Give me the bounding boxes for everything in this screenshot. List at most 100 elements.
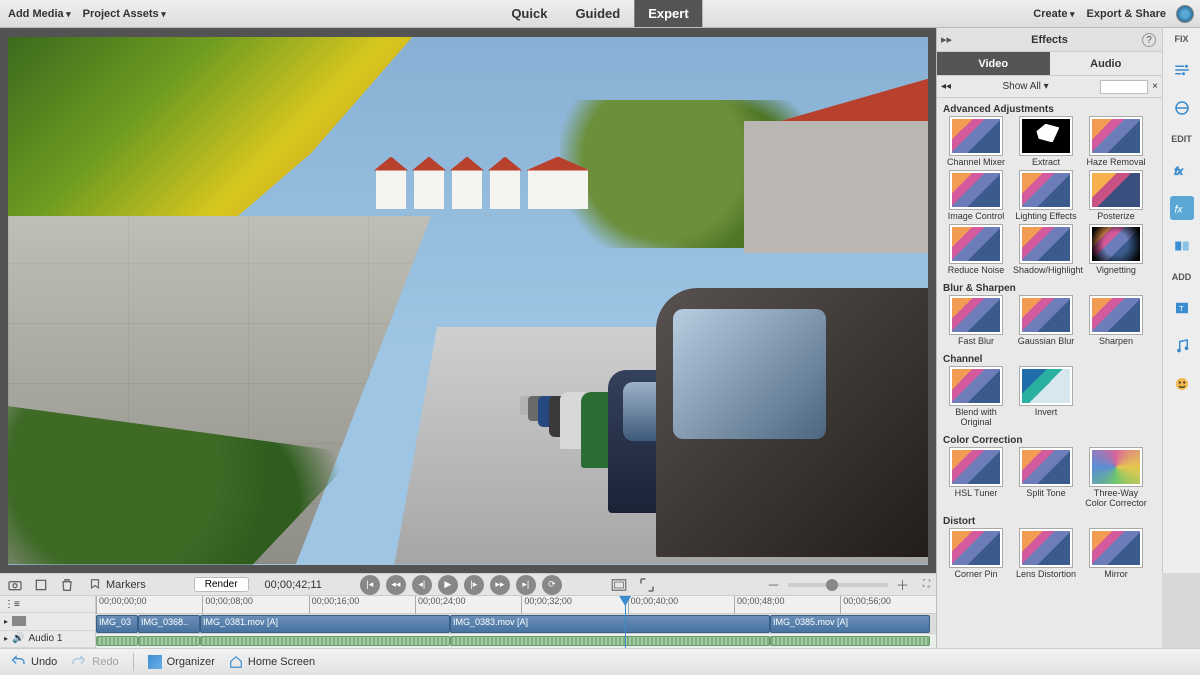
- titles-icon[interactable]: T: [1170, 296, 1194, 320]
- zoom-in-icon[interactable]: ＋: [896, 575, 909, 594]
- timeline-audio-clip[interactable]: [96, 636, 138, 646]
- step-back-button[interactable]: ◂|: [412, 575, 432, 595]
- timeline-tracks-area[interactable]: 00;00;00;0000;00;08;0000;00;16;0000;00;2…: [96, 596, 936, 648]
- nav-back-icon[interactable]: ◂◂: [941, 81, 951, 92]
- timeline-audio-clip[interactable]: [770, 636, 930, 646]
- effects-tab-audio[interactable]: Audio: [1050, 52, 1163, 76]
- effect-item[interactable]: Reduce Noise: [943, 225, 1009, 275]
- ruler-tick: 00;00;24;00: [415, 596, 466, 614]
- timeline-clip[interactable]: IMG_0381.mov [A]: [200, 615, 450, 633]
- goto-end-button[interactable]: ▸|: [516, 575, 536, 595]
- fit-icon[interactable]: ⛶: [923, 579, 930, 590]
- playhead[interactable]: [625, 596, 626, 648]
- create-menu[interactable]: Create: [1033, 8, 1074, 20]
- timeline-audio-clip[interactable]: [200, 636, 450, 646]
- effect-label: Lens Distortion: [1013, 569, 1079, 579]
- export-share-button[interactable]: Export & Share: [1087, 8, 1166, 20]
- effect-item[interactable]: Gaussian Blur: [1013, 296, 1079, 346]
- snapshot-icon[interactable]: [6, 576, 24, 594]
- effect-item[interactable]: Invert: [1013, 367, 1079, 427]
- goto-start-button[interactable]: |◂: [360, 575, 380, 595]
- effect-item[interactable]: Channel Mixer: [943, 117, 1009, 167]
- video-track[interactable]: IMG_03IMG_0368..IMG_0381.mov [A]IMG_0383…: [96, 614, 936, 634]
- tab-quick[interactable]: Quick: [497, 0, 561, 27]
- effects-scroll-area[interactable]: Advanced AdjustmentsChannel MixerExtract…: [937, 98, 1162, 648]
- fx-outline-icon[interactable]: fx: [1170, 158, 1194, 182]
- effect-item[interactable]: Fast Blur: [943, 296, 1009, 346]
- effect-thumbnail: [1090, 296, 1142, 334]
- add-media-menu[interactable]: Add Media: [8, 8, 71, 20]
- graphics-icon[interactable]: [1170, 372, 1194, 396]
- effect-item[interactable]: Mirror: [1083, 529, 1149, 579]
- timeline-clip[interactable]: IMG_0383.mov [A]: [450, 615, 770, 633]
- effect-item[interactable]: Split Tone: [1013, 448, 1079, 508]
- timeline-audio-clip[interactable]: [138, 636, 200, 646]
- effect-item[interactable]: Lighting Effects: [1013, 171, 1079, 221]
- undo-button[interactable]: Undo: [10, 654, 57, 670]
- playback-toolbar: Markers Render 00;00;42;11 |◂ ◂◂ ◂| ▶ |▸…: [0, 573, 936, 596]
- timeline-ruler[interactable]: 00;00;00;0000;00;08;0000;00;16;0000;00;2…: [96, 596, 936, 614]
- effects-category-dropdown[interactable]: Show All ▾: [955, 81, 1096, 92]
- music-icon[interactable]: [1170, 334, 1194, 358]
- effect-item[interactable]: Image Control: [943, 171, 1009, 221]
- effect-thumbnail: [950, 296, 1002, 334]
- project-assets-menu[interactable]: Project Assets: [83, 8, 166, 20]
- ruler-tick: 00;00;40;00: [628, 596, 679, 614]
- video-preview[interactable]: [8, 37, 928, 565]
- settings-gear-icon[interactable]: [1176, 5, 1194, 23]
- zoom-slider[interactable]: [788, 583, 888, 587]
- panel-collapse-icon[interactable]: ▸▸: [941, 33, 952, 46]
- search-icon[interactable]: ×: [1152, 81, 1158, 92]
- zoom-out-icon[interactable]: －: [767, 575, 780, 594]
- timeline-options-icon[interactable]: ⋮≡: [0, 596, 95, 613]
- video-track-header[interactable]: ▸: [0, 613, 95, 630]
- timeline-clip[interactable]: IMG_03: [96, 615, 138, 633]
- organizer-button[interactable]: Organizer: [148, 655, 215, 669]
- timeline-clip[interactable]: IMG_0385.mov [A]: [770, 615, 930, 633]
- effect-item[interactable]: HSL Tuner: [943, 448, 1009, 508]
- svg-text:fx: fx: [1174, 166, 1183, 178]
- effect-label: Fast Blur: [943, 336, 1009, 346]
- effect-label: Three-Way Color Corrector: [1083, 488, 1149, 508]
- trash-icon[interactable]: [58, 576, 76, 594]
- loop-button[interactable]: ⟳: [542, 575, 562, 595]
- tab-expert[interactable]: Expert: [634, 0, 702, 27]
- audio-track[interactable]: [96, 634, 936, 648]
- step-fwd-button[interactable]: |▸: [464, 575, 484, 595]
- effects-search-input[interactable]: [1100, 80, 1148, 94]
- effect-item[interactable]: Shadow/Highlight: [1013, 225, 1079, 275]
- transitions-icon[interactable]: [1170, 234, 1194, 258]
- ruler-tick: 00;00;48;00: [734, 596, 785, 614]
- effects-filter-row: ◂◂ Show All ▾ ×: [937, 76, 1162, 98]
- effect-item[interactable]: Vignetting: [1083, 225, 1149, 275]
- safe-margins-icon[interactable]: [610, 576, 628, 594]
- effects-tab-video[interactable]: Video: [937, 52, 1050, 76]
- audio-track-header[interactable]: ▸🔊Audio 1: [0, 631, 95, 648]
- markers-button[interactable]: Markers: [88, 578, 146, 592]
- rewind-button[interactable]: ◂◂: [386, 575, 406, 595]
- effect-item[interactable]: Three-Way Color Corrector: [1083, 448, 1149, 508]
- effect-item[interactable]: Blend with Original: [943, 367, 1009, 427]
- effect-item[interactable]: Sharpen: [1083, 296, 1149, 346]
- home-screen-button[interactable]: Home Screen: [229, 655, 315, 669]
- adjust-sliders-icon[interactable]: [1170, 58, 1194, 82]
- timeline-audio-clip[interactable]: [450, 636, 770, 646]
- effect-item[interactable]: Haze Removal: [1083, 117, 1149, 167]
- timeline-clip[interactable]: IMG_0368..: [138, 615, 200, 633]
- effect-item[interactable]: Extract: [1013, 117, 1079, 167]
- play-button[interactable]: ▶: [438, 575, 458, 595]
- main-area: ▸▸ Effects ? Video Audio ◂◂ Show All ▾ ×…: [0, 28, 1200, 573]
- tab-guided[interactable]: Guided: [561, 0, 634, 27]
- timecode-display[interactable]: 00;00;42;11: [265, 579, 322, 591]
- fullscreen-icon[interactable]: [638, 576, 656, 594]
- color-icon[interactable]: [1170, 96, 1194, 120]
- redo-button[interactable]: Redo: [71, 654, 118, 670]
- effect-item[interactable]: Lens Distortion: [1013, 529, 1079, 579]
- fx-filled-icon[interactable]: fx: [1170, 196, 1194, 220]
- fast-fwd-button[interactable]: ▸▸: [490, 575, 510, 595]
- render-button[interactable]: Render: [194, 577, 249, 592]
- effect-item[interactable]: Corner Pin: [943, 529, 1009, 579]
- effect-item[interactable]: Posterize: [1083, 171, 1149, 221]
- help-icon[interactable]: ?: [1142, 33, 1156, 47]
- tools-icon[interactable]: [32, 576, 50, 594]
